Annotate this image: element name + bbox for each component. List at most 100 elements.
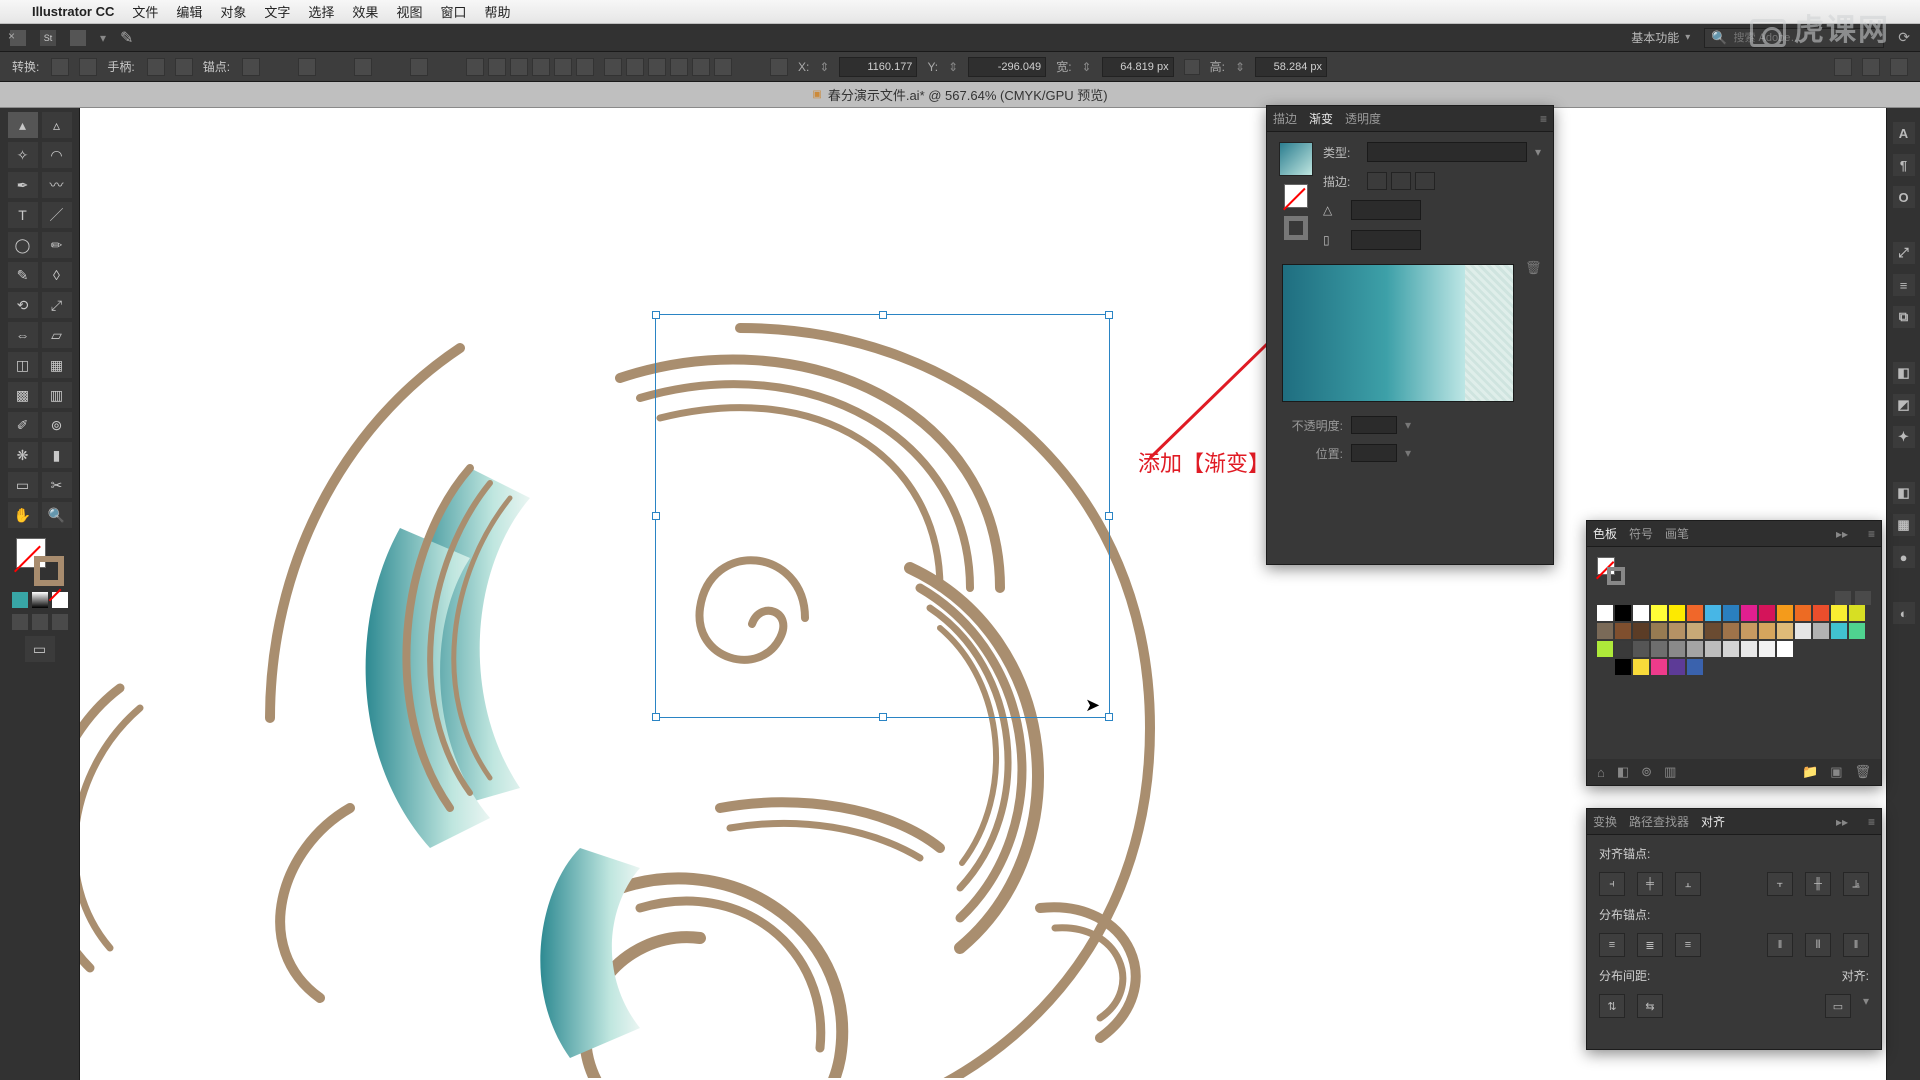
align-left-button[interactable]: ⫞: [1599, 872, 1625, 896]
menu-help[interactable]: 帮助: [484, 2, 510, 21]
y-stepper-icon[interactable]: ⇕: [948, 60, 958, 74]
swatch-cell[interactable]: [1669, 623, 1685, 639]
tab-stroke[interactable]: 描边: [1273, 110, 1297, 127]
presentation-icon[interactable]: [1862, 58, 1880, 76]
close-icon[interactable]: ×: [8, 29, 15, 43]
eraser-tool[interactable]: ◊: [42, 262, 72, 288]
resize-handle[interactable]: [1105, 311, 1113, 319]
stock-icon[interactable]: St: [40, 30, 56, 46]
x-stepper-icon[interactable]: ⇕: [819, 60, 829, 74]
reference-point-icon[interactable]: [770, 58, 788, 76]
isolate-icon[interactable]: [410, 58, 428, 76]
align-left-icon[interactable]: [466, 58, 484, 76]
swatch-cell[interactable]: [1669, 605, 1685, 621]
dist-top-button[interactable]: ≡: [1599, 933, 1625, 957]
grid-view-icon[interactable]: [1855, 591, 1871, 605]
transform-panel-icon[interactable]: ⤢: [1893, 242, 1915, 264]
collapse-icon[interactable]: ▸▸: [1836, 815, 1848, 829]
pen-tool[interactable]: ✒: [8, 172, 38, 198]
handle-icon2[interactable]: [175, 58, 193, 76]
swatch-cell[interactable]: [1651, 623, 1667, 639]
stroke-proxy[interactable]: [1284, 216, 1308, 240]
swatch-cell[interactable]: [1741, 641, 1757, 657]
swatch-cell[interactable]: [1723, 641, 1739, 657]
align-bottom-button[interactable]: ⫡: [1843, 872, 1869, 896]
handle-icon1[interactable]: [147, 58, 165, 76]
help-search[interactable]: 🔍: [1704, 28, 1884, 48]
align-hcenter-icon[interactable]: [488, 58, 506, 76]
swatch-cell[interactable]: [1795, 623, 1811, 639]
panel-menu-icon[interactable]: ≡: [1868, 815, 1875, 829]
rotate-tool[interactable]: ⟲: [8, 292, 38, 318]
swatch-cell[interactable]: [1759, 605, 1775, 621]
swatch-fill-stroke[interactable]: [1597, 557, 1625, 585]
symbol-sprayer-tool[interactable]: ❋: [8, 442, 38, 468]
gradient-thumb[interactable]: [1279, 142, 1313, 176]
align-vcenter-button[interactable]: ╫: [1805, 872, 1831, 896]
selection-tool[interactable]: ▴: [8, 112, 38, 138]
gradient-panel-icon[interactable]: ▦: [1893, 514, 1915, 536]
dist-bottom-button[interactable]: ≡: [1675, 933, 1701, 957]
swatch-cell[interactable]: [1597, 623, 1613, 639]
delete-stop-icon[interactable]: 🗑: [1525, 260, 1541, 276]
list-view-icon[interactable]: [1835, 591, 1851, 605]
mesh-tool[interactable]: ▩: [8, 382, 38, 408]
appearance-panel-icon[interactable]: ◐: [1893, 602, 1915, 624]
swatch-cell[interactable]: [1651, 659, 1667, 675]
stroke-along-icon[interactable]: [1391, 172, 1411, 190]
swatch-cell[interactable]: [1777, 605, 1793, 621]
menu-effect[interactable]: 效果: [352, 2, 378, 21]
tab-brushes[interactable]: 画笔: [1665, 525, 1689, 542]
swatch-cell[interactable]: [1615, 605, 1631, 621]
align-bottom-icon[interactable]: [576, 58, 594, 76]
workspace-switcher[interactable]: 基本功能 ▾: [1631, 29, 1690, 46]
resize-handle[interactable]: [879, 713, 887, 721]
menu-window[interactable]: 窗口: [440, 2, 466, 21]
width-tool[interactable]: ⇔: [8, 322, 38, 348]
draw-inside-icon[interactable]: [52, 614, 68, 630]
align-top-icon[interactable]: [532, 58, 550, 76]
dist3-icon[interactable]: [648, 58, 666, 76]
swatch-cell[interactable]: [1651, 605, 1667, 621]
swatch-options-icon[interactable]: ⊚: [1641, 764, 1652, 780]
swatch-cell[interactable]: [1723, 623, 1739, 639]
help-search-input[interactable]: [1733, 32, 1877, 44]
color-mode-icon[interactable]: [12, 592, 28, 608]
swatches-panel-icon[interactable]: ◧: [1893, 362, 1915, 384]
dist6-icon[interactable]: [714, 58, 732, 76]
swatch-cell[interactable]: [1705, 623, 1721, 639]
tab-symbols[interactable]: 符号: [1629, 525, 1653, 542]
swatch-cell[interactable]: [1777, 641, 1793, 657]
swatch-cell[interactable]: [1723, 605, 1739, 621]
gradient-type-select[interactable]: [1367, 142, 1527, 162]
zoom-tool[interactable]: 🔍: [42, 502, 72, 528]
swatch-cell[interactable]: [1705, 605, 1721, 621]
gradient-ramp[interactable]: [1282, 264, 1514, 402]
document-tab[interactable]: ▣ 春分演示文件.ai* @ 567.64% (CMYK/GPU 预览): [0, 82, 1920, 108]
new-folder-icon[interactable]: 📁: [1802, 764, 1818, 780]
menu-select[interactable]: 选择: [308, 2, 334, 21]
align-panel-icon[interactable]: ≡: [1893, 274, 1915, 296]
stop-opacity-field[interactable]: [1351, 416, 1397, 434]
align-right-icon[interactable]: [510, 58, 528, 76]
menu-edit[interactable]: 编辑: [176, 2, 202, 21]
panel-menu-icon[interactable]: ≡: [1868, 527, 1875, 541]
line-tool[interactable]: ／: [42, 202, 72, 228]
swatches-panel[interactable]: 色板 符号 画笔 ▸▸ ≡ ⌂ ◧ ⊚ ▥ 📁 ▣ 🗑: [1586, 520, 1882, 786]
pathfinder-panel-icon[interactable]: ⧉: [1893, 306, 1915, 328]
swatch-cell[interactable]: [1813, 623, 1829, 639]
tab-transparency[interactable]: 透明度: [1345, 110, 1381, 127]
y-field[interactable]: -296.049: [968, 57, 1046, 77]
fill-stroke-widget[interactable]: [16, 538, 64, 586]
direct-selection-tool[interactable]: ▵: [42, 112, 72, 138]
stroke-across-icon[interactable]: [1415, 172, 1435, 190]
dist4-icon[interactable]: [670, 58, 688, 76]
gradient-mode-icon[interactable]: [32, 592, 48, 608]
dist-left-button[interactable]: ‖: [1767, 933, 1793, 957]
gradient-tool[interactable]: ▥: [42, 382, 72, 408]
screen-mode-button[interactable]: ▭: [25, 636, 55, 662]
column-graph-tool[interactable]: ▮: [42, 442, 72, 468]
panel-menu-icon[interactable]: ≡: [1540, 112, 1547, 126]
swatch-cell[interactable]: [1633, 659, 1649, 675]
delete-swatch-icon[interactable]: 🗑: [1854, 764, 1871, 780]
